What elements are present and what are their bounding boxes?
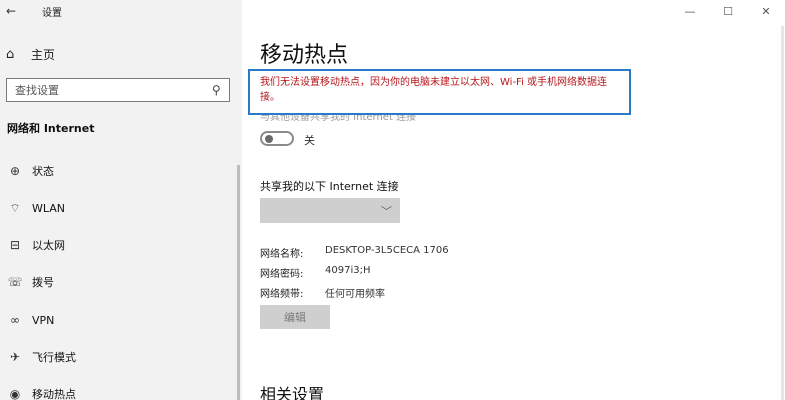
sidebar-item-dialup[interactable]: ☏ 拨号	[0, 270, 236, 294]
search-icon[interactable]: ⚲	[212, 83, 221, 97]
sidebar-item-label: WLAN	[32, 201, 66, 215]
sidebar-item-label: VPN	[32, 313, 55, 327]
network-name-label: 网络名称:	[260, 249, 304, 260]
network-password-label: 网络密码:	[260, 269, 304, 280]
hotspot-icon: ◉	[9, 387, 21, 400]
page-title: 移动热点	[260, 43, 349, 68]
edit-button[interactable]: 编辑	[260, 305, 330, 329]
ethernet-icon: ⊟	[9, 238, 21, 252]
maximize-button[interactable]: ☐	[709, 2, 747, 20]
sidebar-item-label: 飞行模式	[32, 351, 76, 364]
sidebar-item-airplane[interactable]: ✈ 飞行模式	[0, 345, 236, 369]
network-band-row: 网络频带: 任何可用频率	[260, 285, 385, 301]
close-button[interactable]: ✕	[747, 2, 785, 20]
sidebar-item-ethernet[interactable]: ⊟ 以太网	[0, 233, 236, 257]
sidebar-item-label: 移动热点	[32, 388, 76, 400]
sidebar-item-wlan[interactable]: ⌔ WLAN	[0, 196, 236, 220]
share-connection-label: 共享我的以下 Internet 连接	[260, 180, 399, 193]
home-icon: ⌂	[6, 46, 15, 62]
globe-icon: ⊕	[9, 164, 21, 178]
search-box[interactable]: ⚲	[6, 78, 230, 102]
sidebar-item-status[interactable]: ⊕ 状态	[0, 159, 236, 183]
sidebar: ← 设置 ⌂ 主页 ⚲ 网络和 Internet ⊕ 状态 ⌔ WLAN ⊟ 以…	[0, 0, 242, 400]
share-connection-dropdown[interactable]: ﹀	[260, 198, 400, 223]
airplane-icon: ✈	[9, 350, 21, 364]
error-banner: 我们无法设置移动热点，因为你的电脑未建立以太网、Wi-Fi 或手机网络数据连接。	[248, 69, 631, 115]
sidebar-item-label: 以太网	[32, 239, 65, 252]
toggle-knob	[265, 135, 273, 143]
window-controls: — ☐ ✕	[671, 2, 785, 20]
related-settings-title: 相关设置	[260, 385, 325, 400]
sidebar-scrollbar[interactable]	[237, 165, 240, 400]
chevron-down-icon: ﹀	[381, 204, 392, 218]
network-band-value: 任何可用频率	[325, 289, 385, 300]
back-arrow-icon[interactable]: ←	[6, 4, 16, 18]
network-password-value: 4097i3;H	[325, 265, 371, 276]
toggle-state-label: 关	[304, 134, 315, 147]
sidebar-item-label: 拨号	[32, 276, 54, 289]
sidebar-item-label: 主页	[31, 47, 56, 62]
sidebar-item-home[interactable]: ⌂ 主页	[6, 44, 55, 64]
main-scrollbar[interactable]	[781, 26, 784, 400]
network-name-row: 网络名称: DESKTOP-3L5CECA 1706	[260, 245, 449, 261]
section-title: 网络和 Internet	[7, 122, 95, 135]
sidebar-item-hotspot[interactable]: ◉ 移动热点	[0, 382, 236, 400]
error-message: 我们无法设置移动热点，因为你的电脑未建立以太网、Wi-Fi 或手机网络数据连接。	[260, 77, 608, 103]
dialup-icon: ☏	[7, 275, 23, 289]
network-band-label: 网络频带:	[260, 289, 304, 300]
search-input[interactable]	[15, 83, 195, 97]
hotspot-toggle[interactable]	[260, 131, 294, 146]
wifi-icon: ⌔	[9, 200, 21, 215]
sidebar-item-label: 状态	[32, 165, 54, 178]
sidebar-item-vpn[interactable]: ∞ VPN	[0, 308, 236, 332]
network-password-row: 网络密码: 4097i3;H	[260, 265, 370, 281]
minimize-button[interactable]: —	[671, 2, 709, 20]
vpn-icon: ∞	[10, 313, 20, 327]
window-title: 设置	[42, 8, 62, 19]
network-name-value: DESKTOP-3L5CECA 1706	[325, 245, 449, 256]
